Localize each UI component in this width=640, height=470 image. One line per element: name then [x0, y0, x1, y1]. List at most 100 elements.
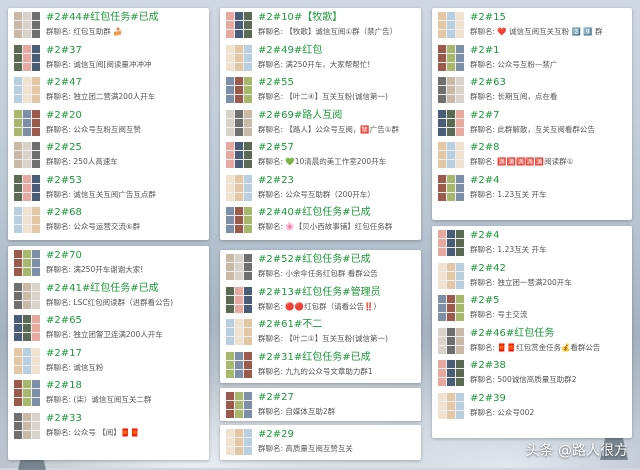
group-avatar: [226, 12, 252, 38]
group-chat-item[interactable]: #2#53 群聊名: 诚信互关互阅广告互点群: [14, 173, 205, 205]
group-chat-item[interactable]: #2#4 群聊名: 1.23互关 开车: [438, 228, 628, 260]
group-tag-title: #2#65: [46, 315, 82, 326]
group-tag-title: #2#38: [470, 360, 506, 371]
group-chat-item[interactable]: #2#10#【牧歌】 群聊名: 【牧歌】诚信互阅①群（禁广告）: [226, 10, 417, 42]
group-tag-title: #2#8: [470, 142, 500, 153]
group-chat-item[interactable]: #2#63 群聊名: 长期互阅，点在看: [438, 75, 628, 107]
group-tag-title: #2#5: [470, 295, 500, 306]
group-chat-item[interactable]: #2#20 群聊名: 公众号互粉互阅互赞: [14, 108, 205, 140]
group-avatar: [226, 429, 252, 455]
group-chat-item[interactable]: #2#37 群聊名: 诚信互阅[阅读量冲冲冲: [14, 43, 205, 75]
group-avatar: [438, 77, 464, 103]
group-tag-title: #2#47: [46, 77, 82, 88]
group-tag-title: #2#4: [470, 174, 500, 186]
group-chat-item[interactable]: #2#15 群聊名: ❤️ 诚信互阅互关互粉 2️⃣ 9️⃣ 群: [438, 10, 628, 42]
group-avatar: [438, 295, 464, 321]
group-avatar: [438, 360, 464, 386]
group-chat-item[interactable]: #2#47 群聊名: 独立团二营满200人开车: [14, 75, 205, 107]
group-chat-item[interactable]: #2#17 群聊名: 诚信互粉: [14, 346, 205, 378]
group-avatar: [14, 412, 40, 439]
group-tag-title: #2#52#红包任务#已成: [258, 254, 371, 265]
group-chat-item[interactable]: #2#41#红包任务#已成 群聊名: LSC红包阅读群（进群看公告): [14, 281, 205, 313]
group-chat-item[interactable]: #2#27 群聊名: 自媒体互助2群: [226, 390, 417, 421]
group-avatar: [226, 142, 252, 168]
group-avatar: [438, 174, 464, 201]
group-avatar: [226, 44, 252, 71]
group-avatar: [438, 142, 464, 168]
group-chat-name: 群聊名: 【路人】公众号互阅，🈲广告①群: [258, 124, 399, 134]
group-avatar: [226, 109, 252, 136]
group-panel: #2#44#红包任务#已成 群聊名: 红包互助群 🍰 #2#37 群聊名: 诚信互阅[…: [8, 8, 209, 240]
group-chat-item[interactable]: #2#55 群聊名: 【叶二④】互关互粉(诚信第一): [226, 75, 417, 107]
group-chat-item[interactable]: #2#18 群聊名: (柒）诚信互阅互关二群: [14, 378, 205, 410]
group-avatar: [226, 174, 252, 201]
group-chat-item[interactable]: #2#61#不二 群聊名: 【叶二①】互关互粉(诚信第一): [226, 317, 417, 349]
group-avatar: [14, 174, 40, 201]
group-chat-name: 群聊名: 小余伞任务红包群 看群公告: [258, 269, 378, 278]
group-chat-item[interactable]: #2#1 群聊名: 公众号互粉—禁广: [438, 43, 628, 75]
group-chat-item[interactable]: #2#23 群聊名: 公众号互助群（200开车）: [226, 173, 417, 205]
group-chat-name: 群聊名: 自媒体互助2群: [258, 407, 336, 416]
group-tag-title: #2#13#红包任务#管理员: [258, 286, 381, 298]
group-chat-item[interactable]: #2#70 群聊名: 满250开车谢谢大家!: [14, 248, 205, 280]
group-tag-title: #2#40#红包任务#已成: [258, 207, 371, 218]
group-chat-item[interactable]: #2#68 群聊名: 公众号运营交流⑥群: [14, 205, 205, 237]
group-chat-name: 群聊名: 🈵🈵🈵🈵🈵阅读群①: [470, 157, 574, 166]
group-chat-name: 群聊名: 1.23互关 开车: [470, 189, 547, 199]
group-avatar: [438, 109, 464, 136]
group-chat-item[interactable]: #2#7 群聊名: 此群解散，互关互阅看群公告: [438, 108, 628, 140]
group-chat-item[interactable]: #2#40#红包任务#已成 群聊名: 🌸【贝小西故事铺】红包任务群: [226, 205, 417, 237]
group-chat-item[interactable]: #2#5 群聊名: 号主交流: [438, 293, 628, 325]
group-chat-item[interactable]: #2#46#红包任务 群聊名: 🧧🧧红包赏金任务💰看群公告: [438, 326, 628, 358]
group-chat-name: 群聊名: 500诚信高质量互助群2: [470, 375, 577, 384]
group-avatar: [14, 207, 40, 233]
group-avatar: [438, 262, 464, 289]
group-chat-name: 群聊名: 满250开车谢谢大家!: [46, 265, 144, 274]
group-tag-title: #2#31#红包任务#已成: [258, 351, 371, 363]
group-chat-name: 群聊名: 诚信互关互阅广告互点群: [46, 189, 156, 199]
group-tag-title: #2#25: [46, 142, 82, 153]
group-chat-item[interactable]: #2#42 群聊名: 独立团一营满200开车: [438, 261, 628, 293]
group-chat-item[interactable]: #2#44#红包任务#已成 群聊名: 红包互助群 🍰: [14, 10, 205, 42]
group-tag-title: #2#29: [258, 429, 294, 440]
group-chat-item[interactable]: #2#29 群聊名: 高质量互阅互赞互关: [226, 427, 417, 459]
group-avatar: [438, 230, 464, 256]
group-avatar: [14, 142, 40, 168]
group-chat-name: 群聊名: 公众号互粉—禁广: [470, 59, 558, 69]
group-chat-item[interactable]: #2#4 群聊名: 1.23互关 开车: [438, 173, 628, 205]
group-avatar: [226, 392, 252, 418]
group-chat-item[interactable]: #2#25 群聊名: 250人高速车: [14, 140, 205, 172]
group-chat-item[interactable]: #2#8 群聊名: 🈵🈵🈵🈵🈵阅读群①: [438, 140, 628, 172]
group-tag-title: #2#53: [46, 174, 82, 186]
group-tag-title: #2#55: [258, 77, 294, 88]
group-tag-title: #2#44#红包任务#已成: [46, 12, 159, 23]
group-chat-item[interactable]: #2#69#路人互阅 群聊名: 【路人】公众号互阅，🈲广告①群: [226, 108, 417, 140]
group-chat-name: 群聊名: (柒）诚信互阅互关二群: [46, 395, 152, 404]
group-tag-title: #2#27: [258, 392, 294, 403]
group-tag-title: #2#68: [46, 207, 82, 218]
group-chat-item[interactable]: #2#33 群聊名: 公众号 【阅】🧧🧧: [14, 411, 205, 443]
group-tag-title: #2#17: [46, 347, 82, 359]
group-chat-item[interactable]: #2#57 群聊名: 💚10清晨的美工作室200开车: [226, 140, 417, 172]
group-chat-name: 群聊名: 公众号互助群（200开车）: [258, 189, 375, 199]
group-tag-title: #2#46#红包任务: [470, 327, 555, 339]
group-chat-name: 群聊名: 💚10清晨的美工作室200开车: [258, 157, 387, 166]
group-chat-item[interactable]: #2#31#红包任务#已成 群聊名: 九九的公众号文章助力群1: [226, 350, 417, 382]
group-chat-item[interactable]: #2#65 群聊名: 独立团警卫连满200人开车: [14, 313, 205, 345]
group-tag-title: #2#41#红包任务#已成: [46, 282, 159, 294]
group-avatar: [14, 109, 40, 136]
group-avatar: [14, 380, 40, 406]
group-chat-item[interactable]: #2#38 群聊名: 500诚信高质量互助群2: [438, 358, 628, 390]
group-chat-name: 群聊名: 🔴🔴红包群（请看公告‼️）: [258, 301, 381, 311]
group-tag-title: #2#10#【牧歌】: [258, 12, 343, 23]
group-chat-item[interactable]: #2#13#红包任务#管理员 群聊名: 🔴🔴红包群（请看公告‼️）: [226, 285, 417, 317]
group-panel: #2#10#【牧歌】 群聊名: 【牧歌】诚信互阅①群（禁广告） #2#49#红包 群聊…: [220, 8, 421, 240]
group-tag-title: #2#33: [46, 412, 82, 424]
group-chat-item[interactable]: #2#52#红包任务#已成 群聊名: 小余伞任务红包群 看群公告: [226, 252, 417, 284]
group-chat-item[interactable]: #2#49#红包 群聊名: 满250开车，大家帮帮忙!: [226, 43, 417, 75]
group-tag-title: #2#70: [46, 250, 82, 261]
group-chat-name: 群聊名: 公众号002: [470, 407, 535, 417]
group-chat-item[interactable]: #2#39 群聊名: 公众号002: [438, 391, 628, 423]
group-avatar: [226, 254, 252, 280]
group-tag-title: #2#39: [470, 392, 506, 404]
